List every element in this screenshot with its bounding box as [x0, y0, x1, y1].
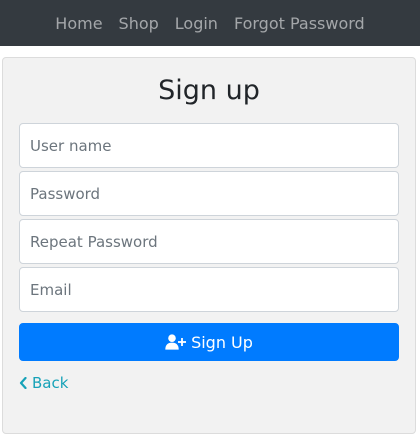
nav-login-link[interactable]: Login: [175, 14, 218, 33]
signup-button-label: Sign Up: [191, 332, 253, 352]
back-link-label: Back: [32, 374, 69, 392]
signup-button[interactable]: Sign Up: [19, 323, 399, 361]
nav-home-link[interactable]: Home: [55, 14, 102, 33]
signup-card: Sign up Sign Up Back: [2, 57, 416, 434]
repeat-password-input[interactable]: [19, 219, 399, 264]
chevron-left-icon: [19, 377, 27, 389]
user-plus-icon: [165, 334, 187, 350]
nav-links: Home Shop Login Forgot Password: [55, 14, 364, 33]
email-input[interactable]: [19, 267, 399, 312]
nav-forgot-password-link[interactable]: Forgot Password: [234, 14, 365, 33]
top-navbar: Home Shop Login Forgot Password: [0, 0, 420, 46]
page-title: Sign up: [158, 75, 260, 106]
nav-shop-link[interactable]: Shop: [119, 14, 159, 33]
password-input[interactable]: [19, 171, 399, 216]
back-link[interactable]: Back: [19, 374, 68, 392]
username-input[interactable]: [19, 123, 399, 168]
